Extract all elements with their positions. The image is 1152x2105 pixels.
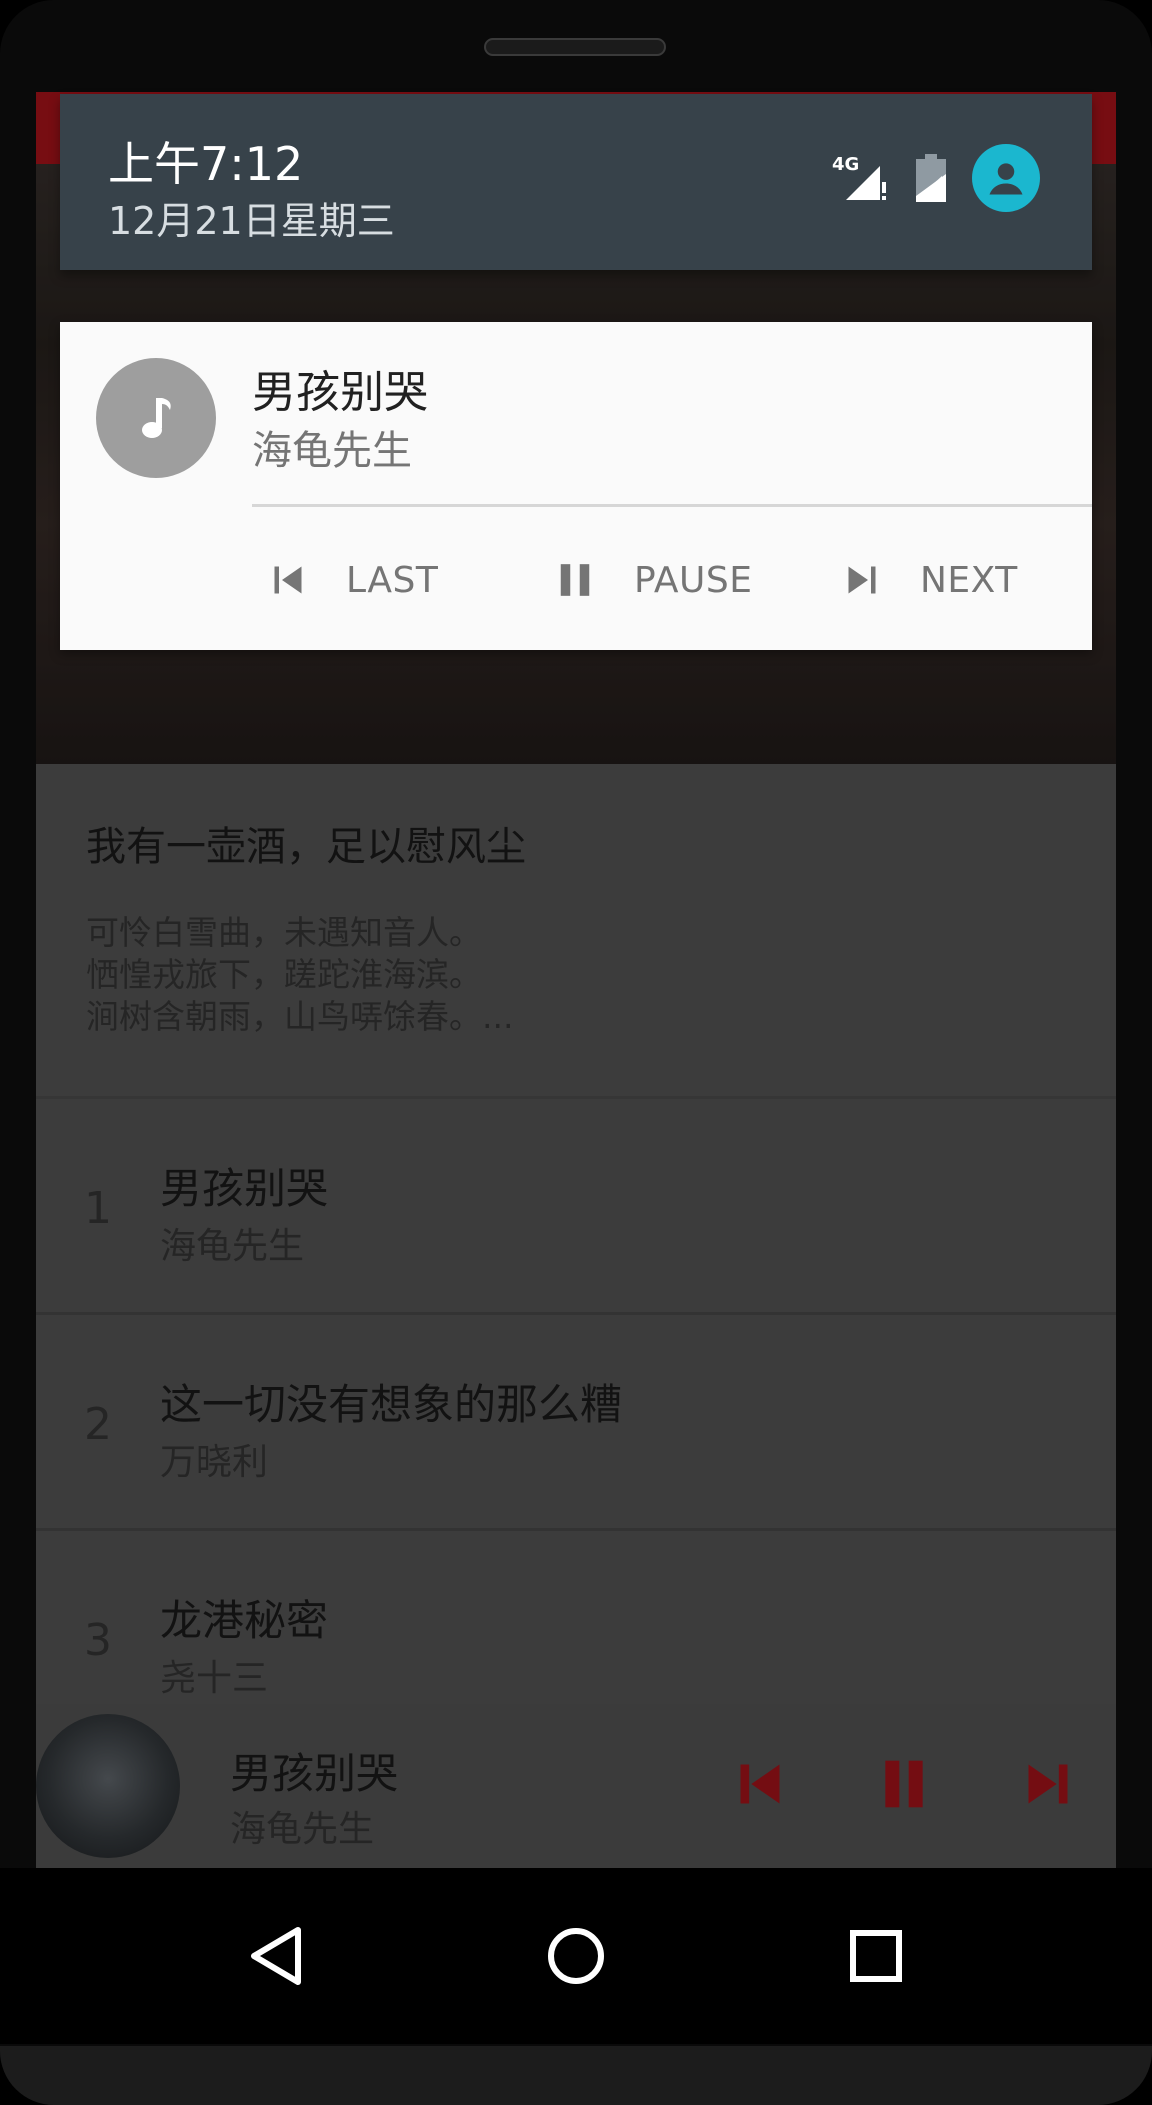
home-button[interactable] <box>528 1908 624 2004</box>
notification-shade-header: 上午7:12 12月21日星期三 4G <box>60 94 1092 270</box>
media-notification[interactable]: 男孩别哭 海龟先生 LAST PAUSE NEXT <box>60 322 1092 650</box>
last-button[interactable]: LAST <box>270 550 438 610</box>
system-navigation-bar <box>0 1868 1152 2044</box>
next-button[interactable]: NEXT <box>844 550 1018 610</box>
home-icon <box>548 1928 604 1984</box>
song-index: 2 <box>84 1399 112 1450</box>
mini-player-artist: 海龟先生 <box>230 1809 375 1850</box>
clock-date[interactable]: 12月21日星期三 <box>108 190 395 245</box>
skip-previous-icon <box>274 566 302 594</box>
speaker-grille <box>484 38 666 56</box>
mini-player-title: 男孩别哭 <box>230 1749 399 1798</box>
last-button-label: LAST <box>346 559 439 601</box>
song-row[interactable]: 2 这一切没有想象的那么糟 万晓利 <box>36 1315 1116 1531</box>
recents-icon <box>850 1930 902 1982</box>
song-title: 这一切没有想象的那么糟 <box>160 1380 623 1429</box>
skip-next-icon <box>848 566 876 594</box>
back-button[interactable] <box>228 1908 324 2004</box>
back-icon <box>251 1927 301 1985</box>
skip-previous-icon <box>740 1764 780 1804</box>
pause-icon <box>560 564 590 596</box>
song-title: 龙港秘密 <box>160 1596 329 1645</box>
song-list: 1 男孩别哭 海龟先生 2 这一切没有想象的那么糟 万晓利 3 龙港秘密 尧十三 <box>36 1099 1116 1747</box>
next-button-label: NEXT <box>920 559 1018 601</box>
phone-frame: 我有一壶酒，足以慰风尘 可怜白雪曲，未遇知音人。 恓惶戎旅下，蹉跎淮海滨。 涧树… <box>0 0 1152 2105</box>
song-artist: 万晓利 <box>160 1442 269 1483</box>
status-icons: 4G <box>832 140 1040 216</box>
music-note-icon <box>96 358 216 478</box>
song-row[interactable]: 1 男孩别哭 海龟先生 <box>36 1099 1116 1315</box>
bottom-bezel <box>0 2046 1152 2105</box>
poem-card[interactable]: 我有一壶酒，足以慰风尘 可怜白雪曲，未遇知音人。 恓惶戎旅下，蹉跎淮海滨。 涧树… <box>36 764 1116 1099</box>
clock-time: 上午7:12 <box>108 137 304 191</box>
song-title: 男孩别哭 <box>160 1164 329 1213</box>
recents-button[interactable] <box>828 1908 924 2004</box>
notification-divider <box>252 504 1092 507</box>
mini-pause-button[interactable] <box>864 1744 944 1824</box>
poem-line: 涧树含朝雨，山鸟哢馀春。... <box>86 997 514 1036</box>
notification-artist: 海龟先生 <box>252 428 412 474</box>
battery-icon <box>916 154 946 202</box>
song-artist: 尧十三 <box>160 1658 269 1699</box>
signal-icon: 4G <box>832 154 890 202</box>
song-index: 3 <box>84 1615 112 1666</box>
notification-title: 男孩别哭 <box>252 367 428 418</box>
mini-player[interactable]: 男孩别哭 海龟先生 <box>36 1704 1116 1868</box>
song-artist: 海龟先生 <box>160 1226 305 1267</box>
pause-button-label: PAUSE <box>634 559 753 601</box>
poem-line: 可怜白雪曲，未遇知音人。 <box>86 913 482 952</box>
account-icon[interactable] <box>972 144 1040 212</box>
song-index: 1 <box>84 1183 112 1234</box>
mini-previous-button[interactable] <box>720 1744 800 1824</box>
mini-album-art[interactable] <box>36 1714 180 1858</box>
poem-title: 我有一壶酒，足以慰风尘 <box>86 824 526 870</box>
skip-next-icon <box>1028 1764 1068 1804</box>
poem-line: 恓惶戎旅下，蹉跎淮海滨。 <box>86 955 482 994</box>
pause-icon <box>885 1760 923 1808</box>
pause-button[interactable]: PAUSE <box>556 550 752 610</box>
mini-next-button[interactable] <box>1008 1744 1088 1824</box>
poem-lines: 可怜白雪曲，未遇知音人。 恓惶戎旅下，蹉跎淮海滨。 涧树含朝雨，山鸟哢馀春。..… <box>86 912 513 1038</box>
